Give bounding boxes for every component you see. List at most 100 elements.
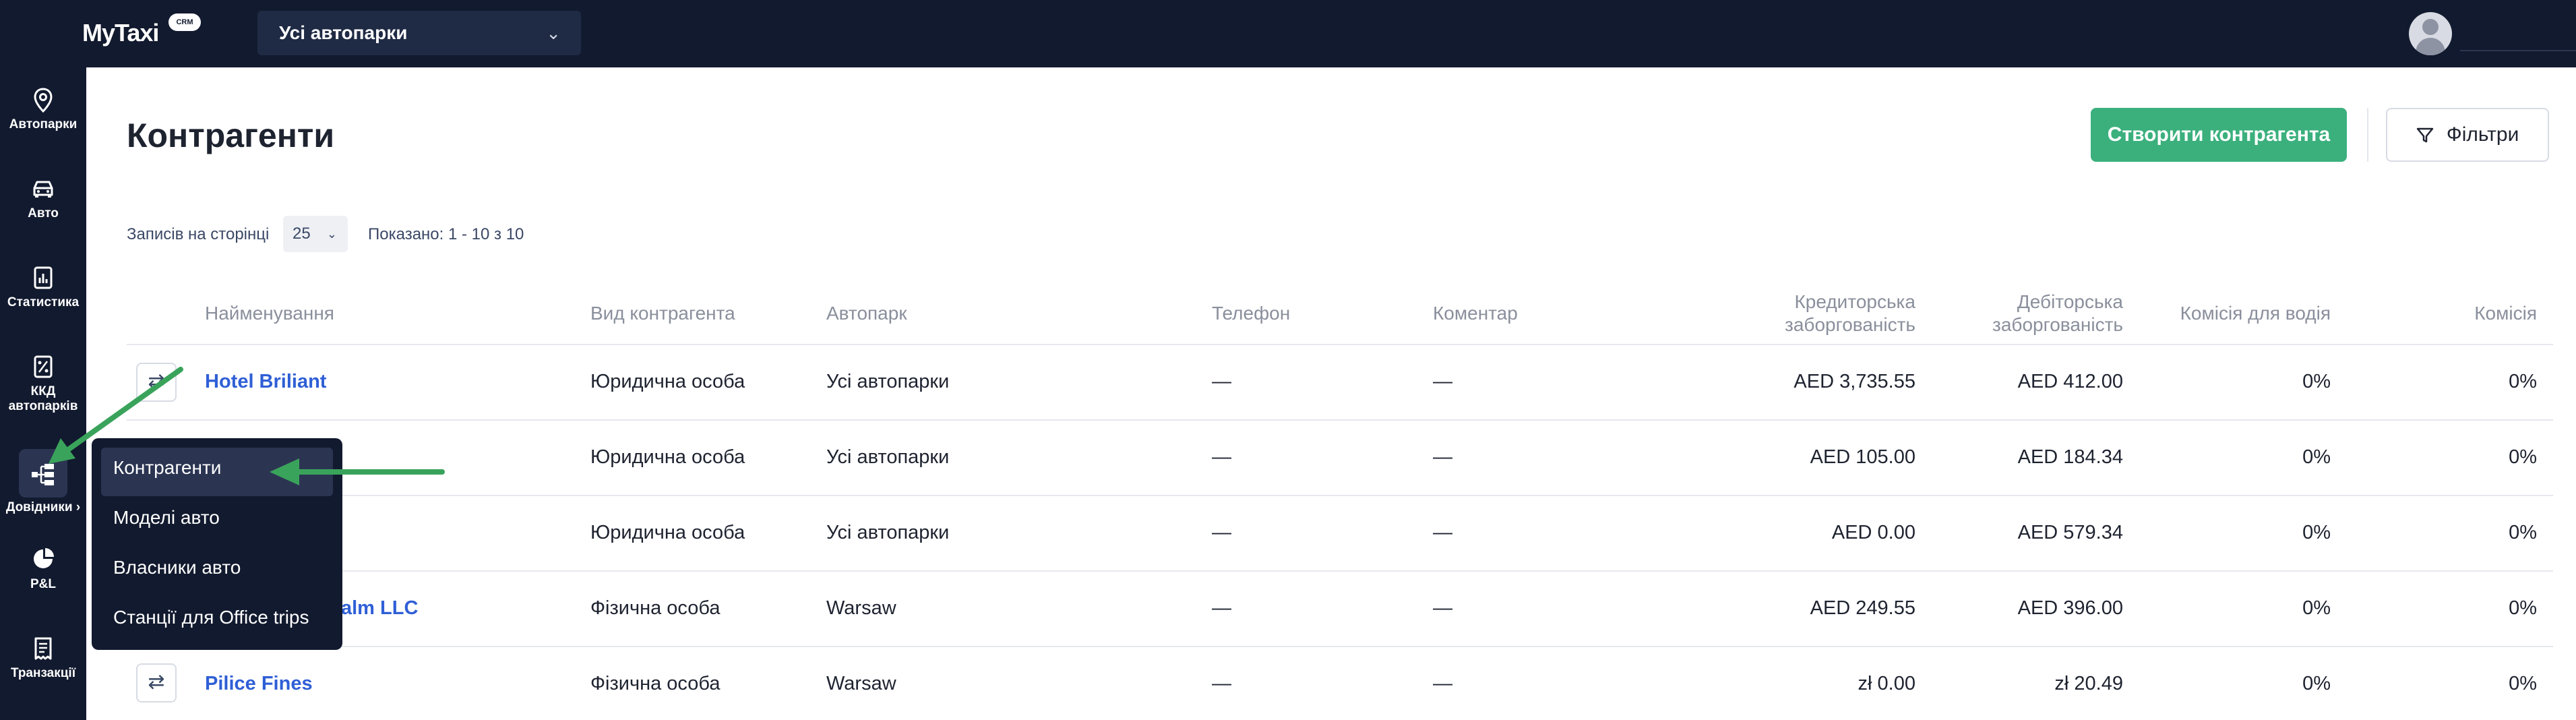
filter-button-label: Фільтри xyxy=(2446,123,2519,146)
sidebar-item-directories[interactable]: Довідники › xyxy=(0,449,86,515)
counterparty-credit: zł 0.00 xyxy=(1858,673,1915,694)
col-header-debit-line1: Дебіторська xyxy=(2017,291,2123,312)
sidebar-item-fleets[interactable]: Автопарки xyxy=(0,88,86,132)
counterparty-type: Юридична особа xyxy=(590,446,745,468)
counterparty-fleet: Warsaw xyxy=(826,597,896,619)
counterparty-comment: — xyxy=(1433,597,1452,619)
counterparty-fee: 0% xyxy=(2509,673,2537,694)
table-divider xyxy=(127,495,2553,496)
counterparty-phone: — xyxy=(1212,446,1231,468)
counterparty-fee: 0% xyxy=(2509,446,2537,468)
counterparty-type: Фізична особа xyxy=(590,597,720,619)
counterparty-debit: AED 579.34 xyxy=(2017,522,2123,543)
col-header-debit-line2: заборгованість xyxy=(1992,314,2123,335)
create-counterparty-button[interactable]: Створити контрагента xyxy=(2091,108,2347,162)
col-header-credit[interactable]: Кредиторська заборгованість xyxy=(1698,283,1915,344)
chevron-down-icon: ⌄ xyxy=(326,227,337,241)
car-icon xyxy=(0,177,86,206)
counterparty-credit: AED 249.55 xyxy=(1810,597,1915,619)
sidebar-item-label: ККД автопарків xyxy=(8,384,78,413)
sidebar-item-label: Авто xyxy=(28,206,59,220)
user-avatar[interactable] xyxy=(2409,12,2452,55)
counterparty-driver-fee: 0% xyxy=(2302,597,2331,619)
col-header-phone[interactable]: Телефон xyxy=(1212,283,1387,344)
sidebar-item-label: Автопарки xyxy=(9,117,78,131)
col-header-debit[interactable]: Дебіторська заборгованість xyxy=(1922,283,2123,344)
sidebar-item-label: P&L xyxy=(30,577,56,591)
directories-submenu: Контрагенти Моделі авто Власники авто Ст… xyxy=(92,438,342,650)
sidebar-item-fleet-efficiency[interactable]: ККД автопарків xyxy=(0,355,86,414)
per-page-label: Записів на сторінці xyxy=(127,225,270,243)
chevron-down-icon: ⌄ xyxy=(546,23,561,43)
logo-badge: CRM xyxy=(168,13,201,31)
counterparty-driver-fee: 0% xyxy=(2302,522,2331,543)
sidebar-item-statistics[interactable]: Статистика xyxy=(0,266,86,310)
swap-arrows-icon[interactable]: ⇄ xyxy=(136,663,177,702)
counterparty-type: Юридична особа xyxy=(590,522,745,543)
col-header-driver-fee[interactable]: Комісія для водія xyxy=(2130,283,2331,344)
top-bar: MyTaxi CRM Усі автопарки ⌄ xyxy=(0,0,2576,67)
counterparty-type: Фізична особа xyxy=(590,673,720,694)
submenu-item-counterparties[interactable]: Контрагенти xyxy=(101,448,333,496)
counterparty-comment: — xyxy=(1433,673,1452,694)
sidebar-item-cars[interactable]: Авто xyxy=(0,177,86,221)
sidebar: Автопарки Авто Статистика ККД автопарків… xyxy=(0,67,86,720)
hierarchy-icon xyxy=(19,449,67,498)
counterparty-phone: — xyxy=(1212,597,1231,619)
fleet-select[interactable]: Усі автопарки ⌄ xyxy=(257,11,581,55)
sidebar-item-label: Довідники › xyxy=(5,500,81,514)
counterparty-phone: — xyxy=(1212,522,1231,543)
counterparty-fleet: Усі автопарки xyxy=(826,522,950,543)
counterparty-driver-fee: 0% xyxy=(2302,446,2331,468)
sidebar-item-label: Статистика xyxy=(7,295,80,309)
counterparty-name-link[interactable]: Hotel Briliant xyxy=(205,368,326,395)
counterparty-fleet: Усі автопарки xyxy=(826,446,950,468)
counterparty-comment: — xyxy=(1433,446,1452,468)
counterparty-fee: 0% xyxy=(2509,371,2537,392)
table-divider xyxy=(127,570,2553,572)
counterparty-credit: AED 105.00 xyxy=(1810,446,1915,468)
per-page-value: 25 xyxy=(293,224,311,243)
col-header-credit-line2: заборгованість xyxy=(1785,314,1915,335)
counterparty-name-link[interactable]: Pilice Fines xyxy=(205,670,313,697)
counterparty-name-link[interactable]: alm LLC xyxy=(341,595,418,622)
sidebar-item-label: Транзакції xyxy=(10,666,76,680)
col-header-type[interactable]: Вид контрагента xyxy=(590,283,806,344)
app-logo[interactable]: MyTaxi xyxy=(82,19,159,47)
sidebar-item-transactions[interactable]: Транзакції xyxy=(0,636,86,681)
counterparty-comment: — xyxy=(1433,371,1452,392)
sidebar-item-pnl[interactable]: P&L xyxy=(0,547,86,592)
header-divider xyxy=(2367,108,2368,162)
col-header-name[interactable]: Найменування xyxy=(205,283,542,344)
page-title: Контрагенти xyxy=(127,117,335,154)
counterparty-driver-fee: 0% xyxy=(2302,673,2331,694)
counterparty-credit: AED 0.00 xyxy=(1831,522,1915,543)
col-header-fee[interactable]: Комісія xyxy=(2339,283,2537,344)
submenu-item-office-trip-stations[interactable]: Станції для Office trips xyxy=(101,597,333,646)
shown-count: Показано: 1 - 10 з 10 xyxy=(368,225,524,243)
counterparty-phone: — xyxy=(1212,371,1231,392)
counterparty-debit: AED 412.00 xyxy=(2017,371,2123,392)
table-divider xyxy=(127,419,2553,421)
counterparty-debit: AED 396.00 xyxy=(2017,597,2123,619)
map-pin-icon xyxy=(0,88,86,117)
counterparty-driver-fee: 0% xyxy=(2302,371,2331,392)
col-header-comment[interactable]: Коментар xyxy=(1433,283,1635,344)
counterparty-fleet: Warsaw xyxy=(826,673,896,694)
col-header-fleet[interactable]: Автопарк xyxy=(826,283,1109,344)
swap-arrows-icon[interactable]: ⇄ xyxy=(136,363,177,402)
user-name-placeholder xyxy=(2460,50,2576,51)
counterparty-debit: AED 184.34 xyxy=(2017,446,2123,468)
counterparty-fee: 0% xyxy=(2509,522,2537,543)
chart-icon xyxy=(0,266,86,295)
counterparty-comment: — xyxy=(1433,522,1452,543)
per-page-select[interactable]: 25 ⌄ xyxy=(283,216,348,252)
counterparty-credit: AED 3,735.55 xyxy=(1793,371,1915,392)
submenu-item-car-owners[interactable]: Власники авто xyxy=(101,547,333,596)
table-divider xyxy=(127,646,2553,647)
filter-button[interactable]: Фільтри xyxy=(2386,108,2549,162)
pie-chart-icon xyxy=(0,547,86,577)
percent-doc-icon xyxy=(0,355,86,384)
submenu-item-car-models[interactable]: Моделі авто xyxy=(101,498,333,546)
counterparty-phone: — xyxy=(1212,673,1231,694)
